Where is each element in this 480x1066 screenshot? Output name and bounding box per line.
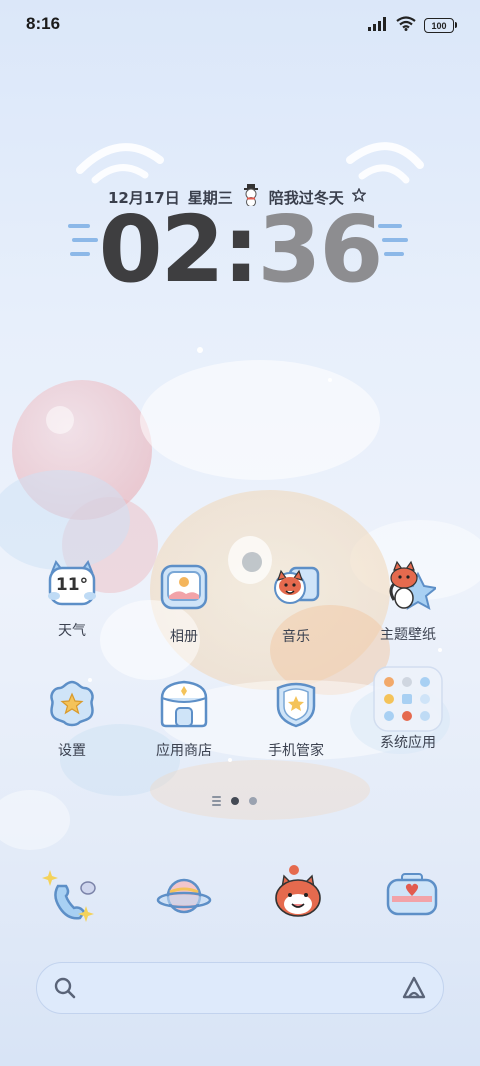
app-label: 主题壁纸 xyxy=(380,627,436,643)
clock-widget[interactable]: 12月17日 星期三 陪我过冬天 02:36 xyxy=(60,140,420,303)
clock-hours: 02 xyxy=(98,196,225,303)
app-weather[interactable]: 11° 天气 xyxy=(22,556,122,640)
dock-camera[interactable] xyxy=(382,866,442,926)
search-icon xyxy=(53,976,77,1004)
page-list-icon xyxy=(212,796,221,806)
status-icons: 100 xyxy=(368,16,457,35)
assistant-icon[interactable] xyxy=(401,975,427,1005)
app-themes[interactable]: 主题壁纸 xyxy=(358,560,458,644)
clock-time: 02:36 xyxy=(60,196,420,303)
app-store[interactable]: 应用商店 xyxy=(134,676,234,760)
status-time: 8:16 xyxy=(26,14,61,33)
app-music[interactable]: 音乐 xyxy=(246,562,346,646)
app-store-icon xyxy=(156,676,212,732)
clock-minutes: 36 xyxy=(257,196,383,303)
gallery-icon xyxy=(156,562,212,618)
app-label: 天气 xyxy=(58,623,86,639)
themes-icon xyxy=(380,560,439,616)
settings-flower-icon xyxy=(44,676,100,732)
camera-icon xyxy=(382,873,442,930)
app-label: 音乐 xyxy=(282,629,310,645)
page-dot-active xyxy=(231,797,239,805)
folder-system-apps[interactable]: 系统应用 xyxy=(358,666,458,752)
app-security[interactable]: 手机管家 xyxy=(246,676,346,760)
wifi-icon xyxy=(396,16,416,35)
page-dot xyxy=(249,797,257,805)
browser-cat-icon xyxy=(268,865,328,928)
weather-temp: 11° xyxy=(55,575,89,595)
app-label: 应用商店 xyxy=(156,743,212,759)
dock-phone[interactable] xyxy=(40,866,100,926)
security-shield-icon xyxy=(268,676,324,732)
dock-browser[interactable] xyxy=(268,862,328,922)
status-bar: 8:16 100 xyxy=(0,0,480,50)
app-label: 手机管家 xyxy=(268,743,324,759)
search-bar[interactable] xyxy=(36,962,444,1014)
system-apps-folder-icon xyxy=(373,666,443,732)
dock-messages[interactable] xyxy=(154,866,214,926)
signal-bars-icon xyxy=(368,16,388,35)
weather-cat-icon: 11° xyxy=(44,556,100,612)
battery-icon: 100 xyxy=(424,18,457,33)
app-label: 相册 xyxy=(170,629,198,645)
phone-icon xyxy=(40,870,100,930)
app-gallery[interactable]: 相册 xyxy=(134,562,234,646)
app-settings[interactable]: 设置 xyxy=(22,676,122,760)
music-icon xyxy=(268,562,324,618)
app-label: 设置 xyxy=(58,743,86,759)
clock-colon: : xyxy=(222,196,260,303)
messages-planet-icon xyxy=(154,878,214,930)
page-indicator[interactable] xyxy=(212,796,257,806)
app-label: 系统应用 xyxy=(380,735,436,751)
